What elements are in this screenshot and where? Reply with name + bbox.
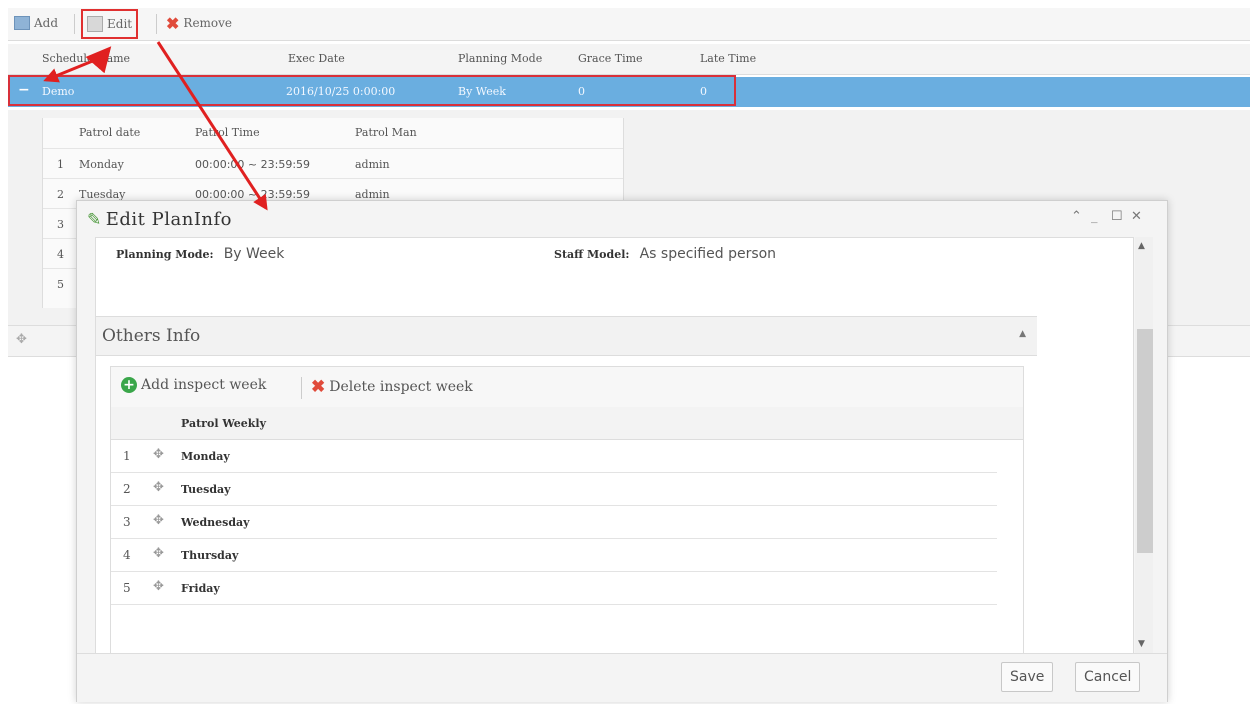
row-number: 4 xyxy=(57,248,64,261)
delete-inspect-week-label: Delete inspect week xyxy=(329,379,473,395)
remove-button-label: Remove xyxy=(183,16,233,30)
inspect-week-toolbar: + Add inspect week ✖ Delete inspect week xyxy=(111,367,1023,408)
row-number: 2 xyxy=(123,482,131,496)
expand-icon[interactable]: ✥ xyxy=(153,447,164,462)
row-number: 4 xyxy=(123,548,131,562)
row-number: 1 xyxy=(57,158,64,171)
toolbar-separator xyxy=(301,377,302,399)
weekday-cell: Tuesday xyxy=(181,483,231,496)
table-row[interactable]: 3 ✥ Wednesday xyxy=(111,506,997,539)
save-button[interactable]: Save xyxy=(1001,662,1054,692)
row-number: 5 xyxy=(57,278,64,291)
expand-icon[interactable]: ✥ xyxy=(153,579,164,594)
dialog-right-column xyxy=(1037,237,1134,655)
row-number: 2 xyxy=(57,188,64,201)
selected-row-highlight xyxy=(8,75,736,106)
edit-button[interactable]: Edit xyxy=(81,9,139,39)
inspect-week-panel: + Add inspect week ✖ Delete inspect week… xyxy=(110,366,1024,654)
dialog-footer: Save Cancel xyxy=(77,653,1167,702)
close-icon[interactable]: ✕ xyxy=(1131,209,1142,224)
patrol-time-cell: 00:00:00 ~ 23:59:59 xyxy=(195,158,311,171)
column-header-exec-date[interactable]: Exec Date xyxy=(288,52,345,65)
patrol-date-cell: Monday xyxy=(79,158,124,171)
add-icon xyxy=(14,16,30,30)
remove-icon: ✖ xyxy=(166,13,180,33)
schedule-grid-header: Schedule Name Exec Date Planning Mode Gr… xyxy=(8,44,1250,75)
dialog-form-body: Planning Mode: By Week Staff Model: As s… xyxy=(95,237,1039,655)
column-header-late-time[interactable]: Late Time xyxy=(700,52,756,65)
column-header-schedule-name[interactable]: Schedule Name xyxy=(42,52,130,65)
column-header-patrol-weekly[interactable]: Patrol Weekly xyxy=(181,417,266,430)
staff-model-label: Staff Model: xyxy=(554,248,630,261)
planning-mode-value: By Week xyxy=(223,246,285,262)
toolbar-separator xyxy=(156,14,157,34)
column-header-patrol-time[interactable]: Patrol Time xyxy=(195,126,260,139)
row-number: 1 xyxy=(123,449,131,463)
table-row[interactable]: 5 ✥ Friday xyxy=(111,572,997,605)
scroll-down-icon[interactable]: ▼ xyxy=(1138,639,1145,649)
dialog-title: Edit PlanInfo xyxy=(105,209,233,230)
main-toolbar: Add Edit ✖ Remove xyxy=(8,8,1250,41)
expand-icon[interactable]: ✥ xyxy=(153,480,164,495)
staff-model-value: As specified person xyxy=(639,246,777,262)
edit-icon xyxy=(87,16,103,32)
weekday-cell: Friday xyxy=(181,582,220,595)
dialog-title-bar[interactable]: ✎ Edit PlanInfo xyxy=(87,209,232,230)
toolbar-separator xyxy=(74,14,75,34)
table-row[interactable]: 1 ✥ Monday xyxy=(111,440,997,473)
patrol-weekly-header: Patrol Weekly xyxy=(111,407,1023,440)
column-header-grace-time[interactable]: Grace Time xyxy=(578,52,643,65)
table-row[interactable]: 4 ✥ Thursday xyxy=(111,539,997,572)
edit-planinfo-dialog: ✎ Edit PlanInfo ⌃ _ ☐ ✕ Planning Mode: B… xyxy=(76,200,1168,702)
table-row[interactable]: 2 ✥ Tuesday xyxy=(111,473,997,506)
weekday-cell: Wednesday xyxy=(181,516,250,529)
edit-button-label: Edit xyxy=(107,17,133,31)
row-number: 3 xyxy=(123,515,131,529)
column-header-patrol-man[interactable]: Patrol Man xyxy=(355,126,417,139)
collapse-icon[interactable]: ▲ xyxy=(1019,329,1026,339)
collapse-icon[interactable]: ⌃ xyxy=(1071,209,1082,224)
expand-icon[interactable]: ✥ xyxy=(153,546,164,561)
planning-mode-field: Planning Mode: By Week xyxy=(116,246,284,262)
add-inspect-week-label: Add inspect week xyxy=(141,377,267,393)
plus-circle-icon: + xyxy=(121,377,137,393)
others-info-title: Others Info xyxy=(102,326,201,346)
remove-button[interactable]: ✖ Remove xyxy=(162,12,236,34)
maximize-icon[interactable]: ☐ xyxy=(1111,209,1123,224)
x-mark-icon: ✖ xyxy=(311,377,326,397)
scrollbar-thumb[interactable] xyxy=(1137,329,1153,553)
others-info-header[interactable]: Others Info ▲ xyxy=(96,316,1038,356)
dialog-scrollbar[interactable]: ▲ ▼ xyxy=(1135,237,1153,653)
expand-icon[interactable]: ✥ xyxy=(153,513,164,528)
planning-mode-label: Planning Mode: xyxy=(116,248,214,261)
add-inspect-week-button[interactable]: + Add inspect week xyxy=(121,377,266,393)
patrol-man-cell: admin xyxy=(355,158,390,171)
expand-icon[interactable]: ✥ xyxy=(16,332,27,347)
add-button[interactable]: Add xyxy=(10,12,62,34)
column-header-patrol-date[interactable]: Patrol date xyxy=(79,126,140,139)
row-number: 3 xyxy=(57,218,64,231)
weekday-cell: Thursday xyxy=(181,549,239,562)
cancel-button[interactable]: Cancel xyxy=(1075,662,1141,692)
delete-inspect-week-button[interactable]: ✖ Delete inspect week xyxy=(311,377,473,397)
add-button-label: Add xyxy=(34,16,59,30)
pencil-icon: ✎ xyxy=(87,209,102,230)
minimize-icon[interactable]: _ xyxy=(1091,209,1098,224)
table-row[interactable]: 1 Monday 00:00:00 ~ 23:59:59 admin xyxy=(43,148,623,179)
weekday-cell: Monday xyxy=(181,450,230,463)
column-header-planning-mode[interactable]: Planning Mode xyxy=(458,52,542,65)
scroll-up-icon[interactable]: ▲ xyxy=(1138,241,1145,251)
row-number: 5 xyxy=(123,581,131,595)
staff-model-field: Staff Model: As specified person xyxy=(554,246,776,262)
